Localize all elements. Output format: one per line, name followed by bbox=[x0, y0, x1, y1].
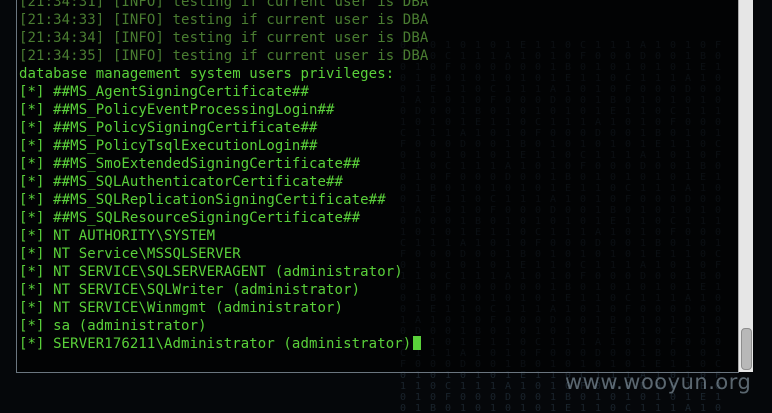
terminal-scrollbar[interactable] bbox=[738, 0, 753, 372]
output-line: database management system users privile… bbox=[19, 66, 395, 82]
output-line: [*] NT SERVICE\SQLSERVERAGENT (administr… bbox=[19, 264, 403, 280]
output-line: [*] NT SERVICE\SQLWriter (administrator) bbox=[19, 282, 361, 298]
output-line: [*] NT Service\MSSQLSERVER bbox=[19, 246, 241, 262]
screen: 0 1 0 0 0 1 0 1 C F 0 1 0 0 0 1 0 1 C F … bbox=[0, 0, 772, 413]
output-line: [*] ##MS_PolicyTsqlExecutionLogin## bbox=[19, 138, 318, 154]
output-line: [*] NT SERVICE\Winmgmt (administrator) bbox=[19, 300, 344, 316]
output-line: [*] ##MS_SQLAuthenticatorCertificate## bbox=[19, 174, 344, 190]
log-line: [21:34:33] [INFO] testing if current use… bbox=[19, 12, 429, 28]
log-line: [21:34:31] [INFO] testing if current use… bbox=[19, 0, 429, 10]
watermark: www.wooyun.org bbox=[565, 370, 752, 394]
output-line: [*] ##MS_SQLReplicationSigningCertificat… bbox=[19, 192, 386, 208]
output-line: [*] ##MS_PolicySigningCertificate## bbox=[19, 120, 318, 136]
terminal-window[interactable]: [21:34:31] [INFO] testing if current use… bbox=[16, 0, 739, 373]
scrollbar-thumb[interactable] bbox=[741, 328, 752, 370]
output-line: [*] sa (administrator) bbox=[19, 318, 207, 334]
output-line: [*] ##MS_PolicyEventProcessingLogin## bbox=[19, 102, 335, 118]
terminal-cursor bbox=[413, 336, 422, 350]
terminal-output: [21:34:31] [INFO] testing if current use… bbox=[19, 0, 428, 353]
output-line: [*] ##MS_SmoExtendedSigningCertificate## bbox=[19, 156, 361, 172]
log-line: [21:34:34] [INFO] testing if current use… bbox=[19, 30, 429, 46]
output-line: [*] ##MS_SQLResourceSigningCertificate## bbox=[19, 210, 361, 226]
output-line: [*] ##MS_AgentSigningCertificate## bbox=[19, 84, 309, 100]
output-line: [*] SERVER176211\Administrator (administ… bbox=[19, 335, 428, 353]
log-line: [21:34:35] [INFO] testing if current use… bbox=[19, 48, 429, 64]
output-line: [*] NT AUTHORITY\SYSTEM bbox=[19, 228, 216, 244]
